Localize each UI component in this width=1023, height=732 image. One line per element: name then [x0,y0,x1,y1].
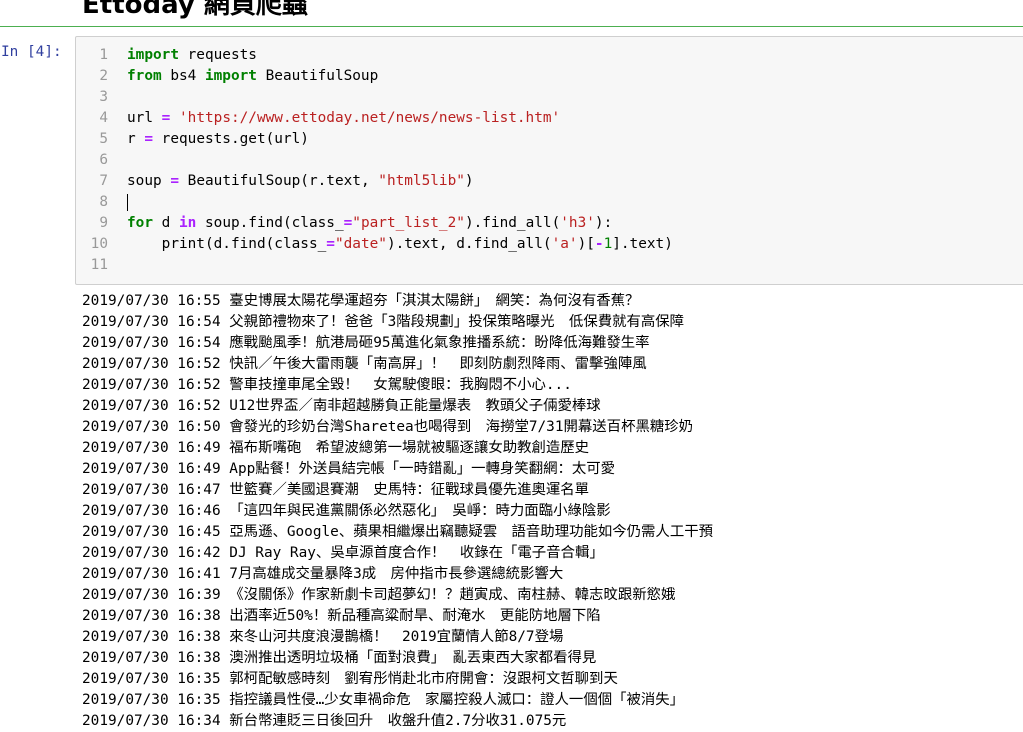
text-cursor [127,193,128,211]
line-number: 4 [99,110,108,126]
code-token: soup [127,173,171,189]
line-number: 10 [90,236,108,252]
output-line: 2019/07/30 16:46 「這四年與民進黨關係必然惡化」 吳崢：時力面臨… [82,503,611,519]
code-token: = [144,131,153,147]
code-token: - [594,236,604,252]
code-token: ).text, d.find_all( [386,236,552,252]
cell-output: 2019/07/30 16:55 臺史博展太陽花學運超夯「淇淇太陽餅」 網笑：為… [82,291,713,732]
code-token: = [326,236,335,252]
code-token: BeautifulSoup [256,68,379,84]
code-line: from bs4 import BeautifulSoup [127,66,673,87]
code-token: 'h3' [560,215,595,231]
output-line: 2019/07/30 16:49 福布斯嘴砲 希望波總第一場就被驅逐讓女助教創造… [82,440,590,456]
code-line: for d in soup.find(class_="part_list_2")… [127,213,673,234]
output-line: 2019/07/30 16:52 快訊／午後大雷雨襲「南高屏」！ 即刻防劇烈降雨… [82,356,647,372]
line-number: 3 [99,89,108,105]
line-number: 8 [99,194,108,210]
output-line: 2019/07/30 16:52 U12世界盃／南非超越勝負正能量爆表 教頭父子… [82,398,601,414]
code-token: requests [178,47,257,63]
code-token: = [170,173,179,189]
code-line: url = 'https://www.ettoday.net/news/news… [127,108,673,129]
output-line: 2019/07/30 16:49 App點餐！外送員結完帳「一時錯亂」一轉身笑翻… [82,461,616,477]
code-token: "html5lib" [378,173,465,189]
code-token: soup.find(class_ [196,215,344,231]
code-token: d [153,215,179,231]
line-number: 1 [99,47,108,63]
code-token: 'https://www.ettoday.net/news/news-list.… [179,110,561,126]
code-token: 'a' [551,236,578,252]
output-line: 2019/07/30 16:54 應戰颱風季！航港局砸95萬進化氣象推播系統：盼… [82,335,650,351]
output-line: 2019/07/30 16:35 指控議員性侵…少女車禍命危 家屬控殺人滅口：證… [82,692,685,708]
code-token: url [127,110,162,126]
output-line: 2019/07/30 16:42 DJ Ray Ray、吳卓源首度合作！ 收錄在… [82,545,604,561]
code-token: ): [594,215,613,231]
line-number: 6 [99,152,108,168]
output-line: 2019/07/30 16:38 出酒率近50%！新品種高粱耐旱、耐淹水 更能防… [82,608,601,624]
code-line: r = requests.get(url) [127,129,673,150]
code-line [127,192,673,213]
code-token: "date" [334,236,387,252]
line-number-gutter: 1 2 3 4 5 6 7 8 9 10 11 [76,45,115,276]
code-token: for [127,215,153,231]
code-token: = [343,215,353,231]
output-line: 2019/07/30 16:34 新台幣連貶三日後回升 收盤升值2.7分收31.… [82,713,567,729]
code-token: ).find_all( [464,215,561,231]
line-number: 9 [99,215,108,231]
code-token: import [127,47,179,63]
code-token: )[ [577,236,595,252]
output-line: 2019/07/30 16:55 臺史博展太陽花學運超夯「淇淇太陽餅」 網笑：為… [82,293,640,309]
output-line: 2019/07/30 16:45 亞馬遜、Google、蘋果相繼爆出竊聽疑雲 語… [82,524,713,540]
code-token: print(d.find(class_ [127,236,327,252]
output-line: 2019/07/30 16:54 父親節禮物來了！爸爸「3階段規劃」投保策略曝光… [82,314,685,330]
code-token: r [127,131,145,147]
output-line: 2019/07/30 16:50 會發光的珍奶台灣Sharetea也喝得到 海撈… [82,419,694,435]
output-line: 2019/07/30 16:52 警車技撞車尾全毀！ 女駕駛傻眼：我胸悶不小心.… [82,377,572,393]
code-token: requests.get(url) [153,131,309,147]
notebook-cell[interactable]: In [4]: 1 2 3 4 5 6 7 8 9 10 11 import requests fro… [0,26,1023,729]
output-line: 2019/07/30 16:38 澳洲推出透明垃圾桶「面對浪費」 亂丟東西大家都… [82,650,597,666]
code-line: import requests [127,45,673,66]
output-line: 2019/07/30 16:38 來冬山河共度浪漫鵲橋！ 2019宜蘭情人節8/… [82,629,564,645]
code-token: from [127,68,162,84]
code-text[interactable]: import requests from bs4 import Beautiful… [127,45,673,276]
code-token: import [204,68,257,84]
code-token: in [179,215,197,231]
input-prompt: In [4]: [1,44,62,60]
notebook-heading: Ettoday 網頁爬蟲 [82,0,308,20]
line-number: 5 [99,131,108,147]
line-number: 7 [99,173,108,189]
code-line: soup = BeautifulSoup(r.text, "html5lib") [127,171,673,192]
output-line: 2019/07/30 16:35 郭柯配敏感時刻 劉宥彤悄赴北市府開會：沒跟柯文… [82,671,618,687]
code-line: print(d.find(class_="date").text, d.find… [127,234,673,255]
code-editor[interactable]: 1 2 3 4 5 6 7 8 9 10 11 import requests from bs4 im… [75,36,1023,285]
output-line: 2019/07/30 16:47 世籃賽／美國退賽潮 史馬特：征戰球員優先進奧運… [82,482,590,498]
output-line: 2019/07/30 16:41 7月高雄成交量暴降3成 房仲指市長參選總統影響… [82,566,564,582]
line-number: 2 [99,68,108,84]
code-token: BeautifulSoup(r.text, [179,173,379,189]
code-token: 1 [603,236,613,252]
code-token: "part_list_2" [352,215,465,231]
code-token: ].text) [612,236,673,252]
line-number: 11 [90,257,108,273]
code-token: bs4 [161,68,205,84]
code-token: ) [464,173,474,189]
output-line: 2019/07/30 16:39 《沒關係》作家新劇卡司超夢幻！？趙寅成、南柱赫… [82,587,676,603]
